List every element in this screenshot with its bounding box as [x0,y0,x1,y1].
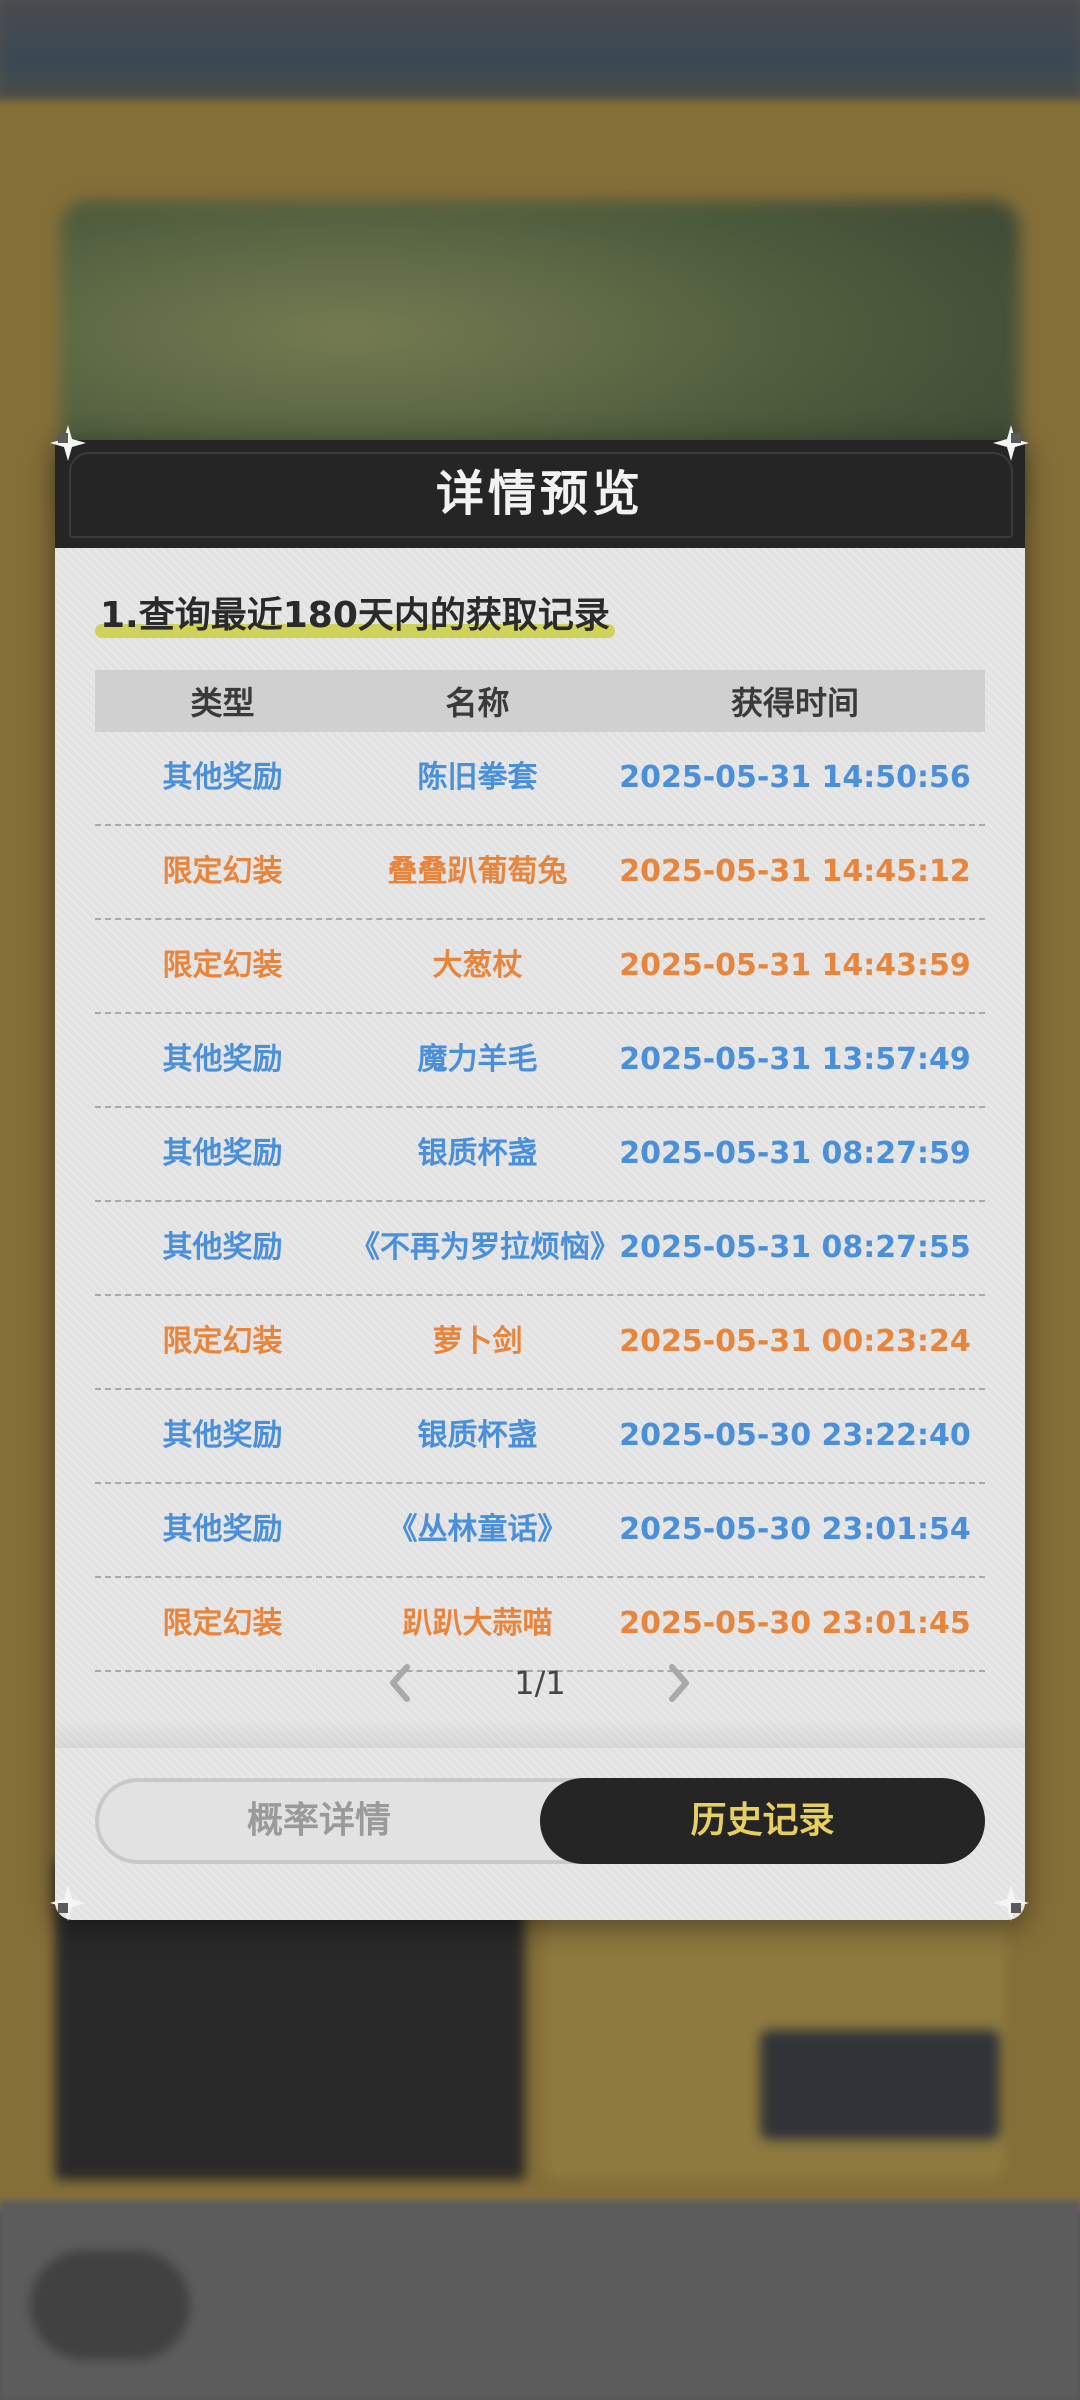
row-name: 趴趴大蒜喵 [402,1606,553,1641]
row-time: 2025-05-31 13:57:49 [619,1042,971,1077]
modal-header: 详情预览 [55,440,1025,548]
row-type: 限定幻装 [162,1324,283,1359]
row-type: 限定幻装 [162,948,283,983]
row-name: 《不再为罗拉烦恼》 [350,1230,620,1265]
table-row: 限定幻装 叠叠趴葡萄兔 2025-05-31 14:45:12 [95,826,985,920]
header-name: 名称 [445,684,510,722]
row-type: 其他奖励 [162,760,283,795]
row-name: 大葱杖 [432,948,523,983]
row-name: 银质杯盏 [417,1418,538,1453]
row-type: 限定幻装 [162,1606,283,1641]
tab-probability-details[interactable]: 概率详情 [99,1782,539,1860]
row-time: 2025-05-31 08:27:59 [619,1136,971,1171]
table-row: 其他奖励 陈旧拳套 2025-05-31 14:50:56 [95,732,985,826]
row-type: 其他奖励 [162,1230,283,1265]
row-type: 其他奖励 [162,1512,283,1547]
corner-ornament-icon [50,425,86,461]
corner-ornament-icon [993,1885,1029,1921]
row-time: 2025-05-31 00:23:24 [619,1324,971,1359]
table-row: 其他奖励 银质杯盏 2025-05-30 23:22:40 [95,1390,985,1484]
row-time: 2025-05-30 23:22:40 [619,1418,971,1453]
detail-preview-modal: 详情预览 1.查询最近180天内的获取记录 类型 名称 获得时间 其他奖励 陈旧… [55,440,1025,1920]
table-row: 其他奖励 《丛林童话》 2025-05-30 23:01:54 [95,1484,985,1578]
row-type: 限定幻装 [162,854,283,889]
list-fade [55,1718,1025,1748]
header-type: 类型 [190,684,255,722]
corner-ornament-icon [993,425,1029,461]
table-header: 类型 名称 获得时间 [95,670,985,732]
row-name: 叠叠趴葡萄兔 [387,854,568,889]
table-row: 限定幻装 萝卜剑 2025-05-31 00:23:24 [95,1296,985,1390]
row-time: 2025-05-30 23:01:45 [619,1606,971,1641]
modal-title: 详情预览 [435,466,644,522]
row-time: 2025-05-31 14:45:12 [619,854,971,889]
corner-ornament-icon [50,1885,86,1921]
history-table: 类型 名称 获得时间 其他奖励 陈旧拳套 2025-05-31 14:50:56… [95,670,985,1672]
tab-switcher: 概率详情 历史记录 [95,1778,985,1864]
row-time: 2025-05-31 14:43:59 [619,948,971,983]
chevron-left-icon[interactable] [375,1657,427,1709]
row-time: 2025-05-31 14:50:56 [619,760,971,795]
page-indicator: 1/1 [514,1664,566,1702]
header-time: 获得时间 [730,684,859,722]
row-type: 其他奖励 [162,1418,283,1453]
table-row: 其他奖励 银质杯盏 2025-05-31 08:27:59 [95,1108,985,1202]
chevron-right-icon[interactable] [652,1657,704,1709]
row-type: 其他奖励 [162,1042,283,1077]
table-row: 其他奖励 魔力羊毛 2025-05-31 13:57:49 [95,1014,985,1108]
row-name: 魔力羊毛 [417,1042,538,1077]
row-name: 萝卜剑 [432,1324,523,1359]
row-name: 《丛林童话》 [387,1512,568,1547]
tab-history[interactable]: 历史记录 [540,1778,985,1864]
pagination: 1/1 [55,1643,1025,1723]
row-name: 银质杯盏 [417,1136,538,1171]
row-time: 2025-05-30 23:01:54 [619,1512,971,1547]
row-type: 其他奖励 [162,1136,283,1171]
section-heading: 1.查询最近180天内的获取记录 [100,595,610,636]
row-name: 陈旧拳套 [417,760,538,795]
table-row: 其他奖励 《不再为罗拉烦恼》 2025-05-31 08:27:55 [95,1202,985,1296]
row-time: 2025-05-31 08:27:55 [619,1230,971,1265]
table-row: 限定幻装 大葱杖 2025-05-31 14:43:59 [95,920,985,1014]
modal-body: 1.查询最近180天内的获取记录 类型 名称 获得时间 其他奖励 陈旧拳套 20… [55,548,1025,1920]
